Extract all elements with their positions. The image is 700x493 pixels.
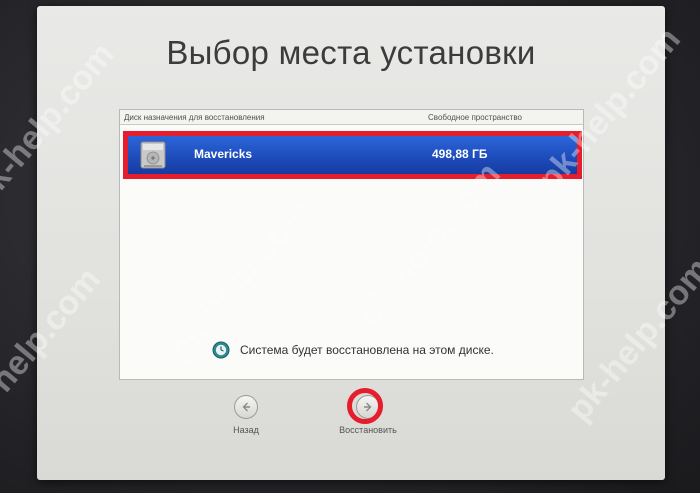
destination-disk-list[interactable]: Диск назначения для восстановления Свобо… — [119, 109, 584, 380]
status-message: Система будет восстановлена на этом диск… — [212, 339, 494, 361]
time-machine-icon — [212, 341, 230, 359]
disk-row-mavericks[interactable]: Mavericks 498,88 ГБ — [123, 131, 582, 179]
hard-drive-icon — [140, 141, 166, 169]
column-header-free-space[interactable]: Свободное пространство — [428, 113, 522, 122]
restore-button[interactable]: Восстановить — [323, 395, 413, 435]
disk-free-space: 498,88 ГБ — [432, 147, 488, 161]
list-header: Диск назначения для восстановления Свобо… — [120, 110, 583, 125]
arrow-left-icon — [234, 395, 258, 419]
status-text: Система будет восстановлена на этом диск… — [240, 343, 494, 357]
arrow-right-icon — [356, 395, 380, 419]
back-button-label: Назад — [233, 425, 259, 435]
screen: Выбор места установки Диск назначения дл… — [0, 0, 700, 493]
column-header-disk[interactable]: Диск назначения для восстановления — [124, 113, 265, 122]
restore-button-label: Восстановить — [339, 425, 397, 435]
page-title: Выбор места установки — [166, 34, 536, 71]
disk-name: Mavericks — [194, 147, 253, 161]
back-button[interactable]: Назад — [201, 395, 291, 435]
